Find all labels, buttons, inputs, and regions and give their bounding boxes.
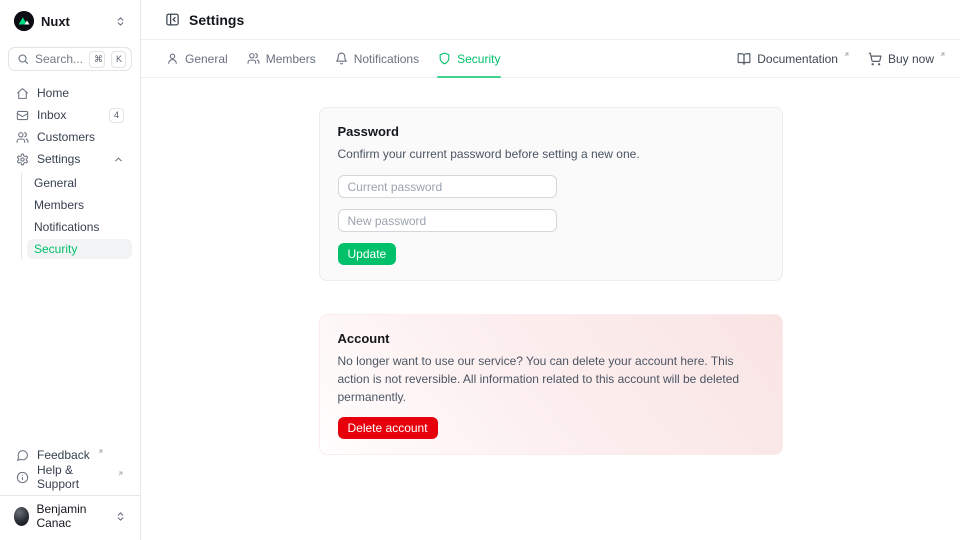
account-card: Account No longer want to use our servic… [319, 314, 783, 455]
inbox-count-badge: 4 [109, 108, 124, 123]
sidebar-item-label: Settings [37, 152, 80, 166]
chevrons-up-down-icon [115, 16, 126, 27]
kbd-cmd: ⌘ [89, 51, 105, 68]
tab-notifications[interactable]: Notifications [335, 40, 419, 77]
sidebar-spacer [8, 259, 132, 445]
search-icon [17, 53, 29, 65]
new-password-field[interactable] [338, 209, 557, 232]
tab-label: Members [266, 52, 316, 66]
cart-icon [868, 52, 882, 66]
password-card-title: Password [338, 124, 764, 139]
feedback-label: Feedback [37, 448, 90, 462]
password-card: Password Confirm your current password b… [319, 107, 783, 281]
user-icon [166, 52, 179, 65]
sidebar-nav: Home Inbox 4 Customers Settings [8, 83, 132, 259]
search-placeholder: Search... [35, 52, 83, 66]
sidebar-item-label: Inbox [37, 108, 66, 122]
documentation-link[interactable]: Documentation [737, 52, 850, 66]
tabbar: General Members Notifications Security [141, 40, 960, 78]
tabs: General Members Notifications Security [166, 40, 500, 77]
sidebar-item-label: Home [37, 86, 69, 100]
buy-now-label: Buy now [888, 52, 934, 66]
gear-icon [16, 153, 29, 166]
tab-security[interactable]: Security [438, 40, 500, 77]
sidebar-item-home[interactable]: Home [8, 83, 132, 103]
sidebar-footer-links: Feedback Help & Support [8, 445, 132, 487]
current-password-field[interactable] [338, 175, 557, 198]
sidebar-item-security[interactable]: Security [27, 239, 132, 259]
sidebar-item-label: Notifications [34, 220, 99, 234]
book-open-icon [737, 52, 751, 66]
chevrons-up-down-icon [115, 511, 126, 522]
external-link-icon [117, 470, 124, 477]
nuxt-logo-icon [14, 11, 34, 31]
sidebar-item-customers[interactable]: Customers [8, 127, 132, 147]
documentation-label: Documentation [757, 52, 838, 66]
search-input[interactable]: Search... ⌘ K [8, 47, 132, 71]
tab-label: Notifications [354, 52, 419, 66]
user-menu[interactable]: Benjamin Canac [8, 496, 132, 532]
sidebar-item-members[interactable]: Members [27, 195, 132, 215]
workspace-name: Nuxt [41, 14, 70, 29]
sidebar-item-settings[interactable]: Settings [8, 149, 132, 169]
users-icon [16, 131, 29, 144]
settings-subnav: General Members Notifications Security [21, 173, 132, 259]
tab-members[interactable]: Members [247, 40, 316, 77]
page-header: Settings [141, 0, 960, 40]
update-password-button[interactable]: Update [338, 243, 397, 265]
home-icon [16, 87, 29, 100]
external-link-icon [97, 448, 104, 455]
inbox-icon [16, 109, 29, 122]
chevron-up-icon [113, 154, 124, 165]
password-card-description: Confirm your current password before set… [338, 145, 764, 163]
sidebar-item-inbox[interactable]: Inbox 4 [8, 105, 132, 125]
shield-icon [438, 52, 451, 65]
account-card-title: Account [338, 331, 764, 346]
tabbar-actions: Documentation Buy now [737, 52, 946, 66]
page-title: Settings [189, 12, 244, 28]
external-link-icon [939, 51, 946, 58]
panel-left-close-icon[interactable] [165, 12, 180, 27]
workspace-switcher[interactable]: Nuxt [8, 8, 132, 34]
avatar [14, 507, 29, 526]
sidebar-item-label: Members [34, 198, 84, 212]
feedback-link[interactable]: Feedback [8, 445, 132, 465]
sidebar-item-label: Customers [37, 130, 95, 144]
chat-bubble-icon [16, 449, 29, 462]
sidebar-item-notifications[interactable]: Notifications [27, 217, 132, 237]
tab-label: Security [457, 52, 500, 66]
sidebar-item-general[interactable]: General [27, 173, 132, 193]
bell-icon [335, 52, 348, 65]
users-icon [247, 52, 260, 65]
help-support-label: Help & Support [37, 463, 110, 491]
sidebar-item-label: General [34, 176, 77, 190]
external-link-icon [843, 51, 850, 58]
delete-account-button[interactable]: Delete account [338, 417, 438, 439]
sidebar-item-label: Security [34, 242, 77, 256]
sidebar: Nuxt Search... ⌘ K Home Inbox 4 [0, 0, 141, 540]
info-circle-icon [16, 471, 29, 484]
settings-security-content: Password Confirm your current password b… [141, 78, 960, 540]
account-card-description: No longer want to use our service? You c… [338, 352, 764, 406]
user-name: Benjamin Canac [36, 502, 108, 530]
help-support-link[interactable]: Help & Support [8, 467, 132, 487]
tab-label: General [185, 52, 228, 66]
tab-general[interactable]: General [166, 40, 228, 77]
kbd-k: K [111, 51, 126, 68]
buy-now-link[interactable]: Buy now [868, 52, 946, 66]
main-panel: Settings General Members Notifications [141, 0, 960, 540]
